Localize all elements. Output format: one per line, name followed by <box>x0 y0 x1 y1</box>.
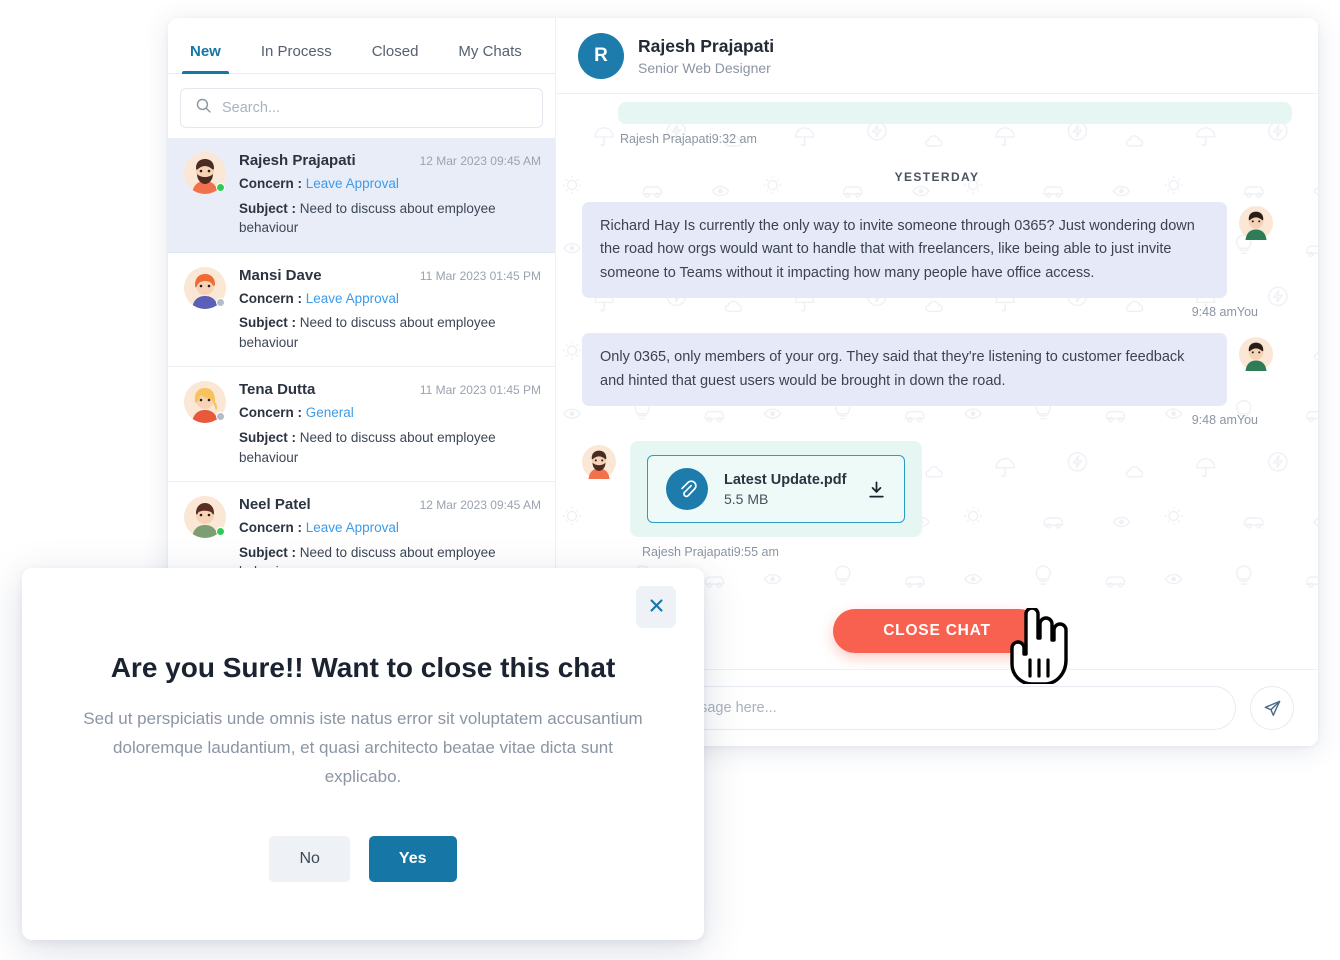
presence-dot <box>216 297 225 307</box>
message-row: Only 0365, only members of your org. The… <box>582 333 1292 407</box>
chat-list-item-concern[interactable]: Leave Approval <box>306 291 399 306</box>
message-bubble-partial <box>618 102 1292 124</box>
search-input[interactable] <box>222 100 528 116</box>
chat-list-item[interactable]: Tena Dutta 11 Mar 2023 01:45 PM Concern … <box>168 367 555 483</box>
tab-in-process[interactable]: In Process <box>251 43 342 73</box>
chat-list-item-time: 11 Mar 2023 01:45 PM <box>419 268 541 283</box>
chat-header-text: Rajesh Prajapati Senior Web Designer <box>638 36 774 76</box>
yes-button[interactable]: Yes <box>368 835 457 882</box>
attachment-bubble: Latest Update.pdf 5.5 MB <box>630 441 922 538</box>
presence-dot <box>216 412 225 422</box>
screen: New In Process Closed My Chats Search...… <box>0 0 1340 960</box>
chat-list-item[interactable]: Rajesh Prajapati 12 Mar 2023 09:45 AM Co… <box>168 138 555 253</box>
message-bubble: Richard Hay Is currently the only way to… <box>582 202 1227 299</box>
avatar <box>582 445 616 480</box>
chat-list-item-concern[interactable]: Leave Approval <box>306 176 399 191</box>
concern-label: Concern : <box>239 176 303 191</box>
download-icon[interactable] <box>867 480 886 499</box>
avatar <box>184 266 226 309</box>
concern-label: Concern : <box>239 520 303 536</box>
chat-header: R Rajesh Prajapati Senior Web Designer <box>556 18 1318 94</box>
chat-list-item-concern[interactable]: General <box>306 405 354 420</box>
attachment-row: Latest Update.pdf 5.5 MB <box>582 441 1292 538</box>
chat-list-item-time: 12 Mar 2023 09:45 AM <box>419 498 541 513</box>
search-area <box>168 74 555 138</box>
close-x-icon <box>648 597 665 617</box>
chat-list-item-body: Mansi Dave 11 Mar 2023 01:45 PM Concern … <box>239 267 541 353</box>
concern-label: Concern : <box>239 290 303 306</box>
confirm-close-chat-modal: Are you Sure!! Want to close this chat S… <box>22 568 704 940</box>
message-meta: Rajesh Prajapati9:55 am <box>642 545 779 560</box>
messages-area[interactable]: Rajesh Prajapati9:32 am YESTERDAY Richar… <box>556 94 1318 603</box>
chat-list-item-body: Rajesh Prajapati 12 Mar 2023 09:45 AM Co… <box>239 152 541 238</box>
no-button[interactable]: No <box>269 835 350 882</box>
modal-actions: No Yes <box>68 835 658 882</box>
attachment-file-name: Latest Update.pdf <box>724 471 847 488</box>
avatar <box>184 496 226 539</box>
chat-list-item-time: 11 Mar 2023 01:45 PM <box>419 383 541 398</box>
chat-list-item-body: Tena Dutta 11 Mar 2023 01:45 PM Concern … <box>239 381 541 467</box>
subject-label: Subject : <box>239 429 297 445</box>
subject-label: Subject : <box>239 544 297 560</box>
message-bubble: Only 0365, only members of your org. The… <box>582 333 1227 407</box>
tab-my-chats[interactable]: My Chats <box>448 43 531 73</box>
search-icon <box>195 97 212 119</box>
chat-list-item-name: Rajesh Prajapati <box>239 152 356 169</box>
chat-header-role: Senior Web Designer <box>638 59 771 76</box>
avatar <box>184 152 226 194</box>
avatar <box>1239 337 1273 372</box>
avatar <box>1239 206 1273 240</box>
paperclip-icon <box>666 468 708 511</box>
chat-header-avatar: R <box>578 32 624 79</box>
message-meta: 9:48 amYou <box>1191 413 1258 428</box>
subject-label: Subject : <box>239 315 297 331</box>
search-box[interactable] <box>180 88 543 128</box>
message-meta: 9:48 amYou <box>1191 305 1258 320</box>
tab-new[interactable]: New <box>180 43 231 74</box>
chat-list-item-time: 12 Mar 2023 09:45 AM <box>419 154 541 168</box>
send-button[interactable] <box>1250 686 1294 730</box>
subject-label: Subject : <box>239 200 297 216</box>
close-chat-button[interactable]: CLOSE CHAT <box>833 609 1041 653</box>
modal-body-text: Sed ut perspiciatis unde omnis iste natu… <box>83 709 643 787</box>
chat-list-item-concern[interactable]: Leave Approval <box>306 520 399 535</box>
modal-title: Are you Sure!! Want to close this chat <box>110 652 616 683</box>
avatar <box>184 381 226 424</box>
tab-closed[interactable]: Closed <box>362 43 429 73</box>
message-row: Richard Hay Is currently the only way to… <box>582 202 1292 299</box>
presence-dot <box>216 183 225 192</box>
chat-list-item[interactable]: Mansi Dave 11 Mar 2023 01:45 PM Concern … <box>168 253 555 368</box>
day-separator: YESTERDAY <box>894 170 980 184</box>
attachment-info: Latest Update.pdf 5.5 MB <box>724 472 846 507</box>
messages-scroll: Rajesh Prajapati9:32 am YESTERDAY Richar… <box>582 102 1292 559</box>
attachment-card[interactable]: Latest Update.pdf 5.5 MB <box>647 455 905 524</box>
presence-dot <box>216 527 225 537</box>
modal-close-button[interactable] <box>636 586 676 628</box>
attachment-file-size: 5.5 MB <box>724 490 769 507</box>
message-meta: Rajesh Prajapati9:32 am <box>620 132 757 146</box>
chat-list-item-name: Neel Patel <box>239 496 311 514</box>
tab-bar: New In Process Closed My Chats <box>168 18 555 74</box>
chat-header-name: Rajesh Prajapati <box>638 35 775 56</box>
concern-label: Concern : <box>239 405 303 421</box>
chat-list-item-name: Tena Dutta <box>239 381 316 399</box>
chat-list-item-name: Mansi Dave <box>239 266 322 284</box>
